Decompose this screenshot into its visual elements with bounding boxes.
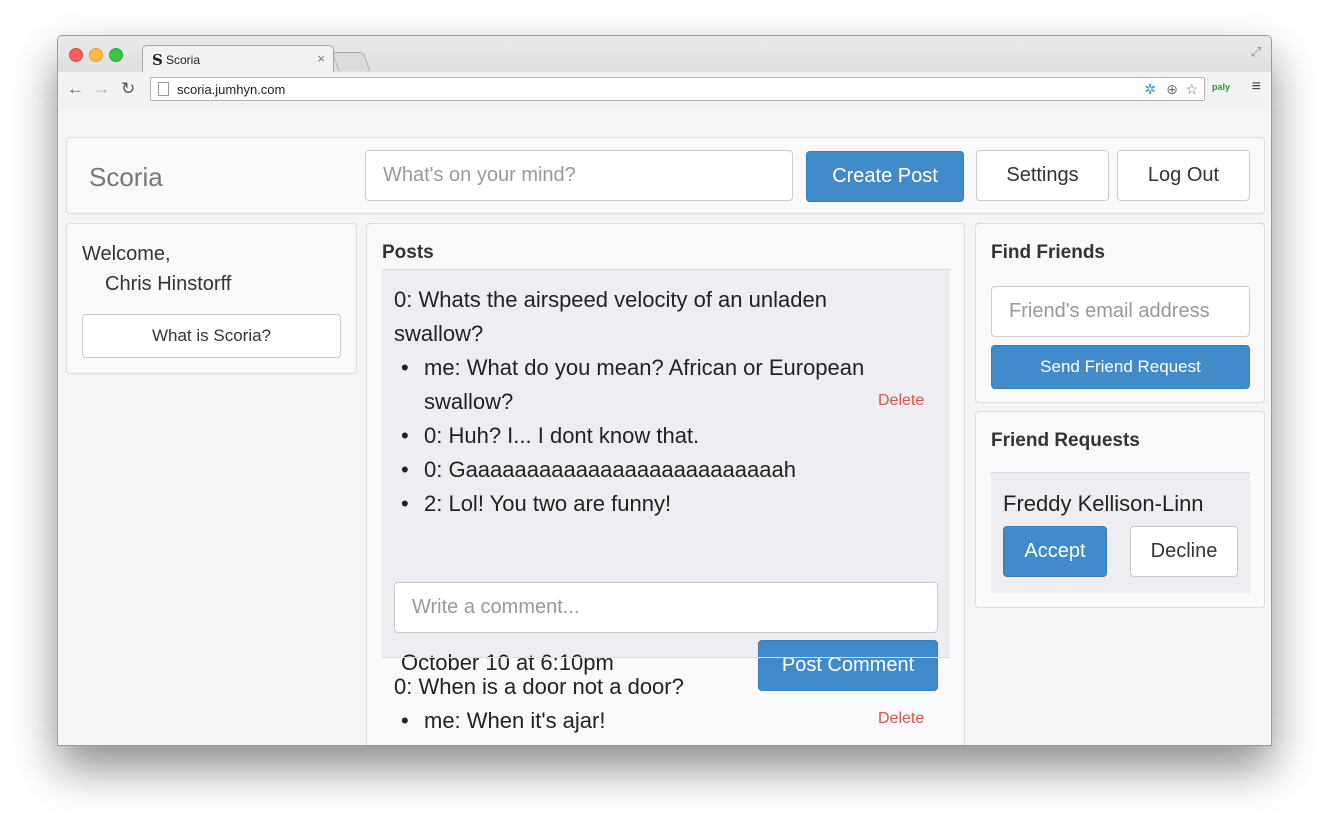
page-content: Scoria Create Post Settings Log Out Welc…	[58, 107, 1271, 745]
comment-item: me: What do you mean? African or Europea…	[394, 351, 919, 419]
delete-comment-link[interactable]: Delete	[878, 392, 924, 410]
comment-text: 2: Lol! You two are funny!	[424, 491, 672, 516]
comment-text: 0: Huh? I... I dont know that.	[424, 423, 700, 448]
friend-requests-heading: Friend Requests	[991, 430, 1140, 451]
comment-item: 0: Huh? I... I dont know that.	[394, 419, 919, 453]
create-post-button[interactable]: Create Post	[806, 151, 964, 202]
requester-name: Freddy Kellison-Linn	[1003, 491, 1204, 516]
zoom-window-icon[interactable]	[109, 48, 123, 62]
welcome-panel: Welcome, Chris Hinstorff What is Scoria?	[66, 223, 357, 374]
friend-request-item: Freddy Kellison-Linn Accept Decline	[991, 473, 1250, 593]
divider	[382, 657, 950, 658]
back-arrow-icon[interactable]: ←	[67, 79, 84, 99]
browser-chrome: S Scoria × ⤢ ← → ↻ scoria.jumhyn.com ✲ ⊕…	[58, 36, 1271, 108]
welcome-text: Welcome,	[82, 243, 171, 265]
minimize-window-icon[interactable]	[89, 48, 103, 62]
what-is-scoria-button[interactable]: What is Scoria?	[82, 314, 341, 358]
page-icon	[158, 82, 169, 96]
post-card: 0: Whats the airspeed velocity of an unl…	[382, 270, 950, 691]
friend-requests-panel: Friend Requests Freddy Kellison-Linn Acc…	[975, 411, 1265, 608]
post-comment-button[interactable]: Post Comment	[758, 640, 938, 691]
bookmark-star-icon[interactable]: ☆	[1185, 81, 1198, 98]
browser-window: S Scoria × ⤢ ← → ↻ scoria.jumhyn.com ✲ ⊕…	[57, 35, 1272, 746]
accept-button[interactable]: Accept	[1003, 526, 1107, 577]
address-bar[interactable]: scoria.jumhyn.com ✲ ⊕ ☆	[150, 77, 1205, 101]
extension-icon[interactable]: ✲	[1144, 81, 1156, 98]
post-text: 0: Whats the airspeed velocity of an unl…	[394, 287, 827, 346]
find-friends-panel: Find Friends Send Friend Request	[975, 223, 1265, 403]
comment-input[interactable]	[394, 582, 938, 633]
posts-panel: Posts 0: Whats the airspeed velocity of …	[366, 223, 965, 745]
comment-item: 2: Lol! You two are funny!	[394, 487, 919, 521]
comment-text: 0: Gaaaaaaaaaaaaaaaaaaaaaaaaaah	[424, 457, 796, 482]
comment-text: me: What do you mean? African or Europea…	[424, 355, 865, 414]
close-window-icon[interactable]	[69, 48, 83, 62]
post-text: 0: When is a door not a door?	[394, 674, 684, 699]
find-friends-heading: Find Friends	[991, 242, 1105, 263]
brand-logo[interactable]: Scoria	[89, 162, 163, 193]
logout-button[interactable]: Log Out	[1117, 150, 1250, 201]
browser-tab[interactable]: S Scoria ×	[142, 45, 334, 73]
posts-heading: Posts	[382, 242, 434, 263]
friend-email-input[interactable]	[991, 286, 1250, 337]
post-input[interactable]	[365, 150, 793, 201]
browser-toolbar: ← → ↻ scoria.jumhyn.com ✲ ⊕ ☆ paly ≡	[58, 72, 1271, 107]
comment-item: 0: Gaaaaaaaaaaaaaaaaaaaaaaaaaah	[394, 453, 919, 487]
reload-icon[interactable]: ↻	[121, 79, 135, 99]
send-friend-request-button[interactable]: Send Friend Request	[991, 345, 1250, 389]
scoria-favicon-icon: S	[152, 51, 163, 69]
decline-button[interactable]: Decline	[1130, 526, 1238, 577]
forward-arrow-icon[interactable]: →	[93, 79, 110, 99]
tab-close-icon[interactable]: ×	[317, 51, 325, 66]
zoom-icon[interactable]: ⊕	[1166, 81, 1178, 98]
menu-icon[interactable]: ≡	[1252, 78, 1261, 96]
user-name: Chris Hinstorff	[105, 273, 232, 295]
comment-text: me: When it's ajar!	[424, 708, 606, 733]
top-navbar: Scoria Create Post Settings Log Out	[66, 137, 1265, 214]
comment-item: me: When it's ajar!	[394, 704, 605, 738]
delete-comment-link[interactable]: Delete	[878, 710, 924, 728]
comment-list: me: What do you mean? African or Europea…	[394, 351, 919, 521]
settings-button[interactable]: Settings	[976, 150, 1109, 201]
new-tab-button[interactable]	[331, 52, 371, 71]
comment-list: me: When it's ajar!	[394, 704, 605, 738]
fullscreen-icon[interactable]: ⤢	[1251, 44, 1261, 60]
tab-title: Scoria	[166, 53, 201, 67]
url-text: scoria.jumhyn.com	[177, 82, 286, 97]
paly-extension-icon[interactable]: paly	[1212, 82, 1230, 92]
